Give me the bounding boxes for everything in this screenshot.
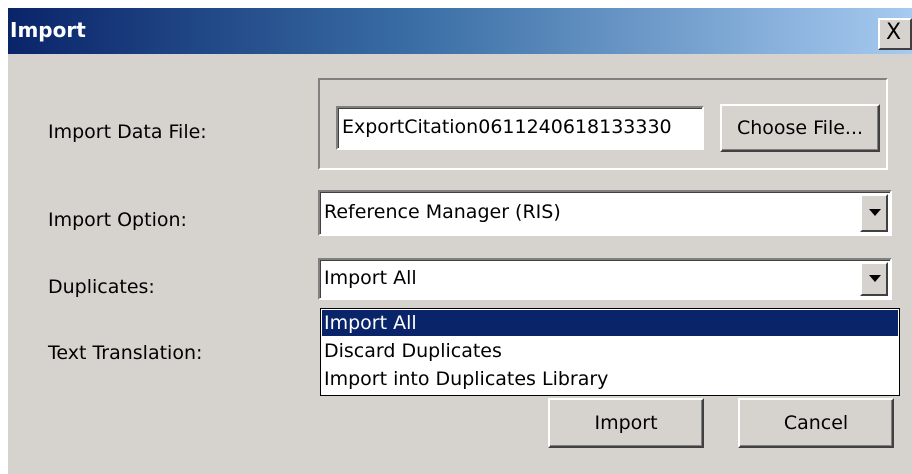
window-title: Import — [10, 18, 86, 42]
import-data-file-label: Import Data File: — [48, 121, 207, 143]
title-bar[interactable]: Import X — [8, 8, 912, 54]
close-icon: X — [886, 20, 902, 45]
duplicates-value: Import All — [324, 267, 417, 289]
import-option-select[interactable]: Reference Manager (RIS) — [318, 190, 892, 236]
import-button[interactable]: Import — [548, 398, 704, 448]
duplicates-label: Duplicates: — [48, 276, 155, 298]
duplicates-dropdown-list: Import All Discard Duplicates Import int… — [320, 308, 900, 396]
import-option-label: Import Option: — [48, 209, 187, 231]
dropdown-option-discard-duplicates[interactable]: Discard Duplicates — [322, 338, 898, 364]
import-dialog: Import X Import Data File: Import Option… — [8, 8, 912, 474]
duplicates-dropdown-button[interactable] — [860, 262, 888, 296]
import-option-dropdown-button[interactable] — [860, 194, 888, 232]
text-translation-label: Text Translation: — [48, 342, 203, 364]
close-button[interactable]: X — [878, 18, 912, 50]
import-option-value: Reference Manager (RIS) — [324, 201, 561, 223]
dropdown-option-import-into-duplicates-library[interactable]: Import into Duplicates Library — [322, 366, 898, 392]
cancel-button[interactable]: Cancel — [738, 398, 894, 448]
triangle-down-icon — [869, 209, 881, 216]
triangle-down-icon — [869, 275, 881, 282]
duplicates-select[interactable]: Import All — [318, 258, 892, 300]
import-file-field[interactable]: ExportCitation0611240618133330 — [336, 106, 704, 150]
choose-file-button[interactable]: Choose File... — [720, 104, 880, 152]
dropdown-option-import-all[interactable]: Import All — [322, 310, 898, 336]
